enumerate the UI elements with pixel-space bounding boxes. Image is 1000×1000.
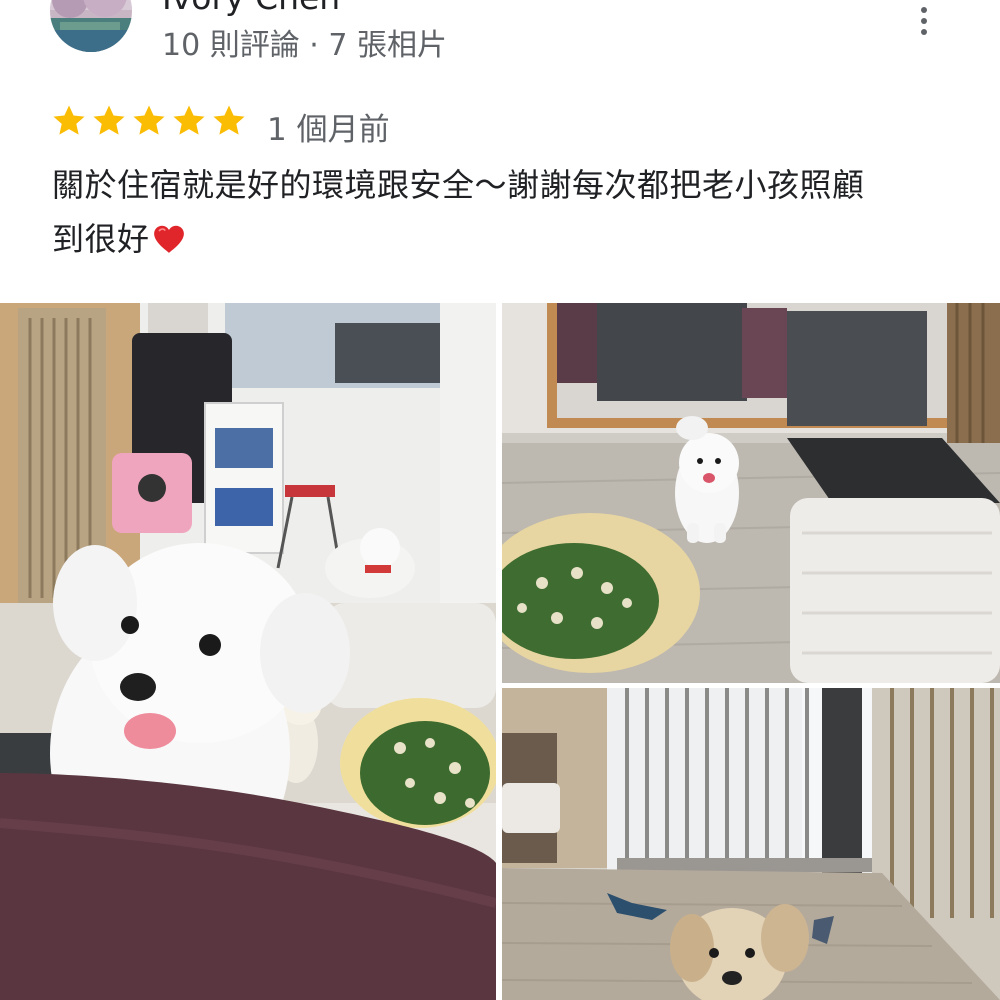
more-options-button[interactable]: [903, 0, 945, 42]
review-photo-2[interactable]: [502, 303, 1000, 683]
photo-dog-floor: [502, 303, 1000, 683]
star-icon: [53, 105, 85, 135]
star-icon: [93, 105, 125, 135]
review-date: 1 個月前: [267, 112, 390, 148]
more-vert-icon: [921, 7, 927, 13]
photo-dog-room: [0, 303, 496, 1000]
photo-dog-gate: [502, 688, 1000, 1000]
reviewer-meta: 10 則評論 · 7 張相片: [162, 28, 447, 63]
review-text-line-1: 關於住宿就是好的環境跟安全～謝謝每次都把老小孩照顧: [52, 166, 865, 204]
reviewer-avatar[interactable]: [50, 0, 132, 52]
more-vert-icon-dot: [921, 29, 927, 35]
review-text: 關於住宿就是好的環境跟安全～謝謝每次都把老小孩照顧 到很好: [52, 158, 957, 266]
avatar-image: [50, 0, 132, 52]
star-icon: [173, 105, 205, 135]
reviewer-name[interactable]: Ivory Chen: [162, 0, 340, 17]
more-vert-icon-dot: [921, 18, 927, 24]
star-rating: [50, 102, 248, 142]
review-text-line-2-text: 到很好: [52, 220, 150, 258]
star-icon: [213, 105, 245, 135]
star-icon: [133, 105, 165, 135]
review-photo-1[interactable]: [0, 303, 496, 1000]
review-text-line-2: 到很好: [52, 212, 957, 266]
review-card: Ivory Chen 10 則評論 · 7 張相片 1 個月前 關於住宿就是好的…: [0, 0, 1000, 1000]
review-photo-3[interactable]: [502, 688, 1000, 1000]
heart-icon: [153, 225, 184, 253]
